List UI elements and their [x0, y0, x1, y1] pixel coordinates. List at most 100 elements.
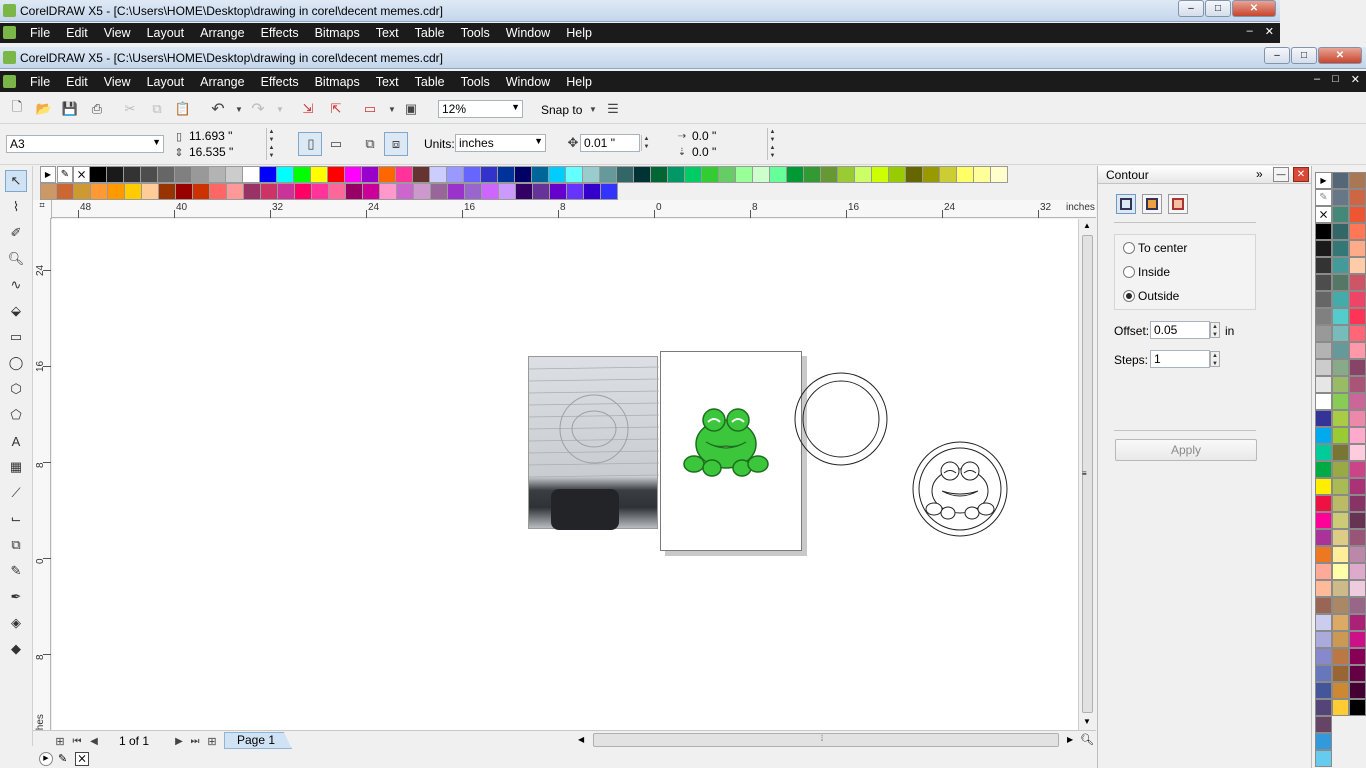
color-swatch[interactable] [838, 166, 855, 183]
right-palette-swatch[interactable] [1315, 444, 1332, 461]
color-swatch[interactable] [515, 166, 532, 183]
right-palette-swatch[interactable] [1332, 580, 1349, 597]
menu-view[interactable]: View [96, 75, 139, 89]
inner-close-button[interactable]: ✕ [1318, 47, 1362, 64]
right-palette-swatch[interactable] [1349, 291, 1366, 308]
pick-tool-icon[interactable]: ↖ [5, 170, 27, 192]
color-swatch[interactable] [363, 183, 380, 200]
right-palette-swatch[interactable] [1315, 563, 1332, 580]
right-palette-swatch[interactable] [1315, 546, 1332, 563]
zoom-level-select[interactable]: 12% ▼ [438, 100, 523, 118]
color-swatch[interactable] [668, 166, 685, 183]
color-swatch[interactable] [91, 183, 108, 200]
page-size-select[interactable]: A3 ▼ [6, 135, 164, 153]
hscroll-right-arrow-icon[interactable]: ▶ [1067, 735, 1073, 744]
right-palette-swatch[interactable] [1315, 427, 1332, 444]
no-color-swatch[interactable]: ⨯ [73, 166, 90, 183]
color-swatch[interactable] [787, 166, 804, 183]
palette-no-color-icon[interactable]: ⨯ [75, 752, 89, 766]
right-palette-swatch[interactable] [1332, 682, 1349, 699]
imported-sketch-photo[interactable] [528, 356, 659, 530]
right-palette-swatch[interactable] [1315, 359, 1332, 376]
outer-menu-text[interactable]: Text [368, 26, 407, 40]
rectangle-tool-icon[interactable]: ▭ [5, 326, 27, 348]
rpalette-no-color-swatch[interactable]: ⨯ [1315, 206, 1332, 223]
right-palette-swatch[interactable] [1349, 393, 1366, 410]
outer-close-button[interactable]: ✕ [1232, 0, 1276, 17]
options-icon[interactable]: ☰ [605, 101, 621, 117]
right-palette-swatch[interactable] [1349, 478, 1366, 495]
right-palette-swatch[interactable] [1332, 699, 1349, 716]
outer-menu-window[interactable]: Window [498, 26, 558, 40]
color-swatch[interactable] [532, 166, 549, 183]
color-swatch[interactable] [176, 183, 193, 200]
color-swatch[interactable] [192, 166, 209, 183]
right-palette-swatch[interactable] [1349, 597, 1366, 614]
smear-tool-icon[interactable]: ✐ [5, 222, 27, 244]
docker-expand-icon[interactable]: » [1256, 167, 1263, 181]
scroll-down-arrow-icon[interactable]: ▼ [1083, 717, 1091, 726]
color-swatch[interactable] [209, 166, 226, 183]
scroll-up-arrow-icon[interactable]: ▲ [1083, 221, 1091, 230]
right-palette-swatch[interactable] [1332, 325, 1349, 342]
color-swatch[interactable] [40, 183, 57, 200]
color-swatch[interactable] [634, 166, 651, 183]
right-palette-swatch[interactable] [1349, 240, 1366, 257]
right-palette-swatch[interactable] [1349, 172, 1366, 189]
right-palette-swatch[interactable] [1332, 189, 1349, 206]
color-swatch[interactable] [855, 166, 872, 183]
connector-tool-icon[interactable]: ⌙ [5, 508, 27, 530]
right-palette-swatch[interactable] [1332, 206, 1349, 223]
color-swatch[interactable] [550, 183, 567, 200]
color-swatch[interactable] [702, 166, 719, 183]
redo-icon[interactable]: ↷ [250, 101, 266, 118]
ruler-origin-icon[interactable]: ⌗ [33, 200, 52, 219]
right-palette-swatch[interactable] [1332, 308, 1349, 325]
right-palette-swatch[interactable] [1315, 223, 1332, 240]
color-swatch[interactable] [278, 183, 295, 200]
color-swatch[interactable] [957, 166, 974, 183]
inside-radio[interactable] [1123, 266, 1135, 278]
color-swatch[interactable] [567, 183, 584, 200]
new-document-icon[interactable]: 🗋 [9, 99, 25, 117]
outside-radio[interactable] [1123, 290, 1135, 302]
right-palette-swatch[interactable] [1315, 257, 1332, 274]
outline-tool-icon[interactable]: ✒ [5, 586, 27, 608]
right-palette-swatch[interactable] [1315, 597, 1332, 614]
vertical-ruler[interactable]: inches 24 16 8 0 8 [33, 218, 51, 748]
right-palette-swatch[interactable] [1315, 648, 1332, 665]
color-swatch[interactable] [397, 183, 414, 200]
right-palette-swatch[interactable] [1349, 546, 1366, 563]
menu-help[interactable]: Help [558, 75, 600, 89]
outer-menu-file[interactable]: File [22, 26, 58, 40]
color-swatch[interactable] [481, 166, 498, 183]
palette-scroll-icon[interactable]: ▶ [40, 166, 56, 183]
color-swatch[interactable] [974, 166, 991, 183]
docker-minimize-button[interactable]: — [1273, 167, 1289, 182]
color-swatch[interactable] [583, 166, 600, 183]
freehand-tool-icon[interactable]: ∿ [5, 274, 27, 296]
right-palette-swatch[interactable] [1332, 427, 1349, 444]
right-palette-swatch[interactable] [1315, 665, 1332, 682]
color-swatch[interactable] [175, 166, 192, 183]
right-palette-swatch[interactable] [1315, 631, 1332, 648]
menu-table[interactable]: Table [407, 75, 453, 89]
right-palette-swatch[interactable] [1332, 410, 1349, 427]
right-palette-swatch[interactable] [1349, 665, 1366, 682]
right-palette-swatch[interactable] [1349, 512, 1366, 529]
color-swatch[interactable] [141, 166, 158, 183]
paste-icon[interactable]: 📋 [175, 101, 191, 117]
page-1-tab[interactable]: Page 1 [224, 732, 292, 749]
units-select[interactable]: inches ▼ [455, 134, 546, 152]
ellipse-tool-icon[interactable]: ◯ [5, 352, 27, 374]
color-swatch[interactable] [379, 166, 396, 183]
color-swatch[interactable] [736, 166, 753, 183]
color-swatch[interactable] [226, 166, 243, 183]
all-pages-icon[interactable]: ⧉ [362, 136, 378, 152]
docker-close-button[interactable]: ✕ [1293, 167, 1309, 182]
color-swatch[interactable] [584, 183, 601, 200]
polygon-tool-icon[interactable]: ⬡ [5, 378, 27, 400]
color-swatch[interactable] [312, 183, 329, 200]
color-swatch[interactable] [261, 183, 278, 200]
right-palette-swatch[interactable] [1315, 699, 1332, 716]
